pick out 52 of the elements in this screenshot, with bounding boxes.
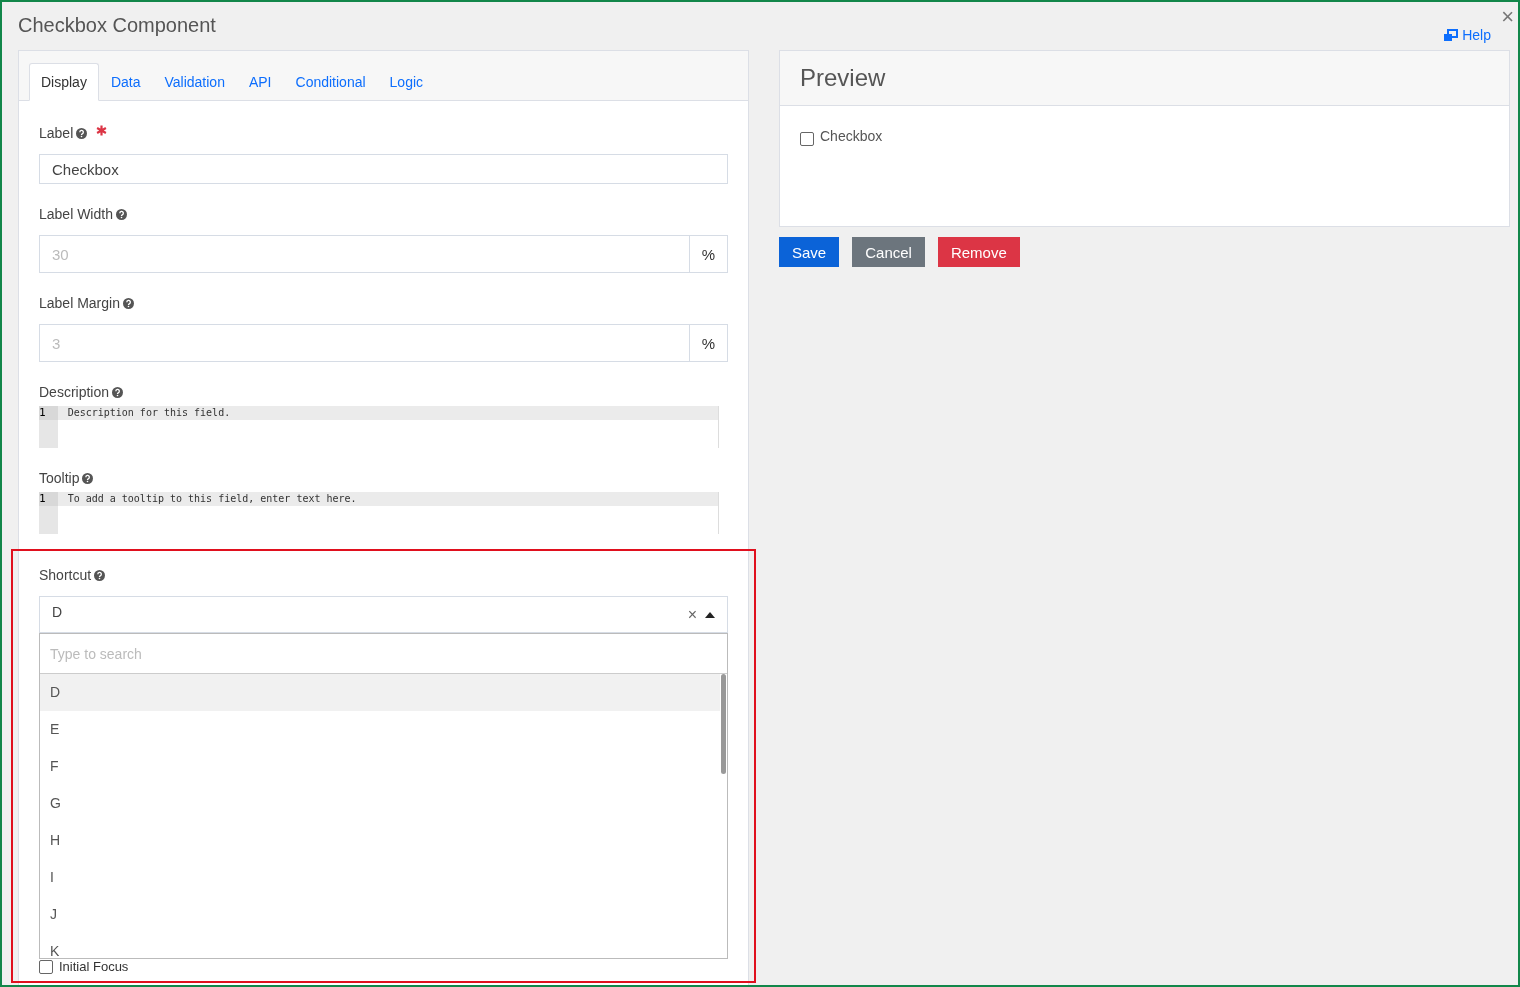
- tab[interactable]: Conditional: [283, 63, 378, 100]
- tab[interactable]: Data: [98, 63, 153, 100]
- action-button[interactable]: Cancel: [852, 237, 925, 267]
- help-icon[interactable]: [115, 208, 127, 220]
- code-editor[interactable]: 1 Description for this field.: [39, 406, 728, 448]
- checkbox-label: Initial Focus: [59, 959, 129, 974]
- help-icon[interactable]: [94, 569, 106, 581]
- field-label: Description: [39, 384, 110, 400]
- dropdown-option[interactable]: F: [40, 748, 727, 785]
- tab[interactable]: Validation: [152, 63, 237, 100]
- preview-title: Preview: [800, 64, 886, 92]
- caret-up-icon: [705, 611, 715, 618]
- action-button[interactable]: Save: [779, 237, 840, 267]
- selected-value: D: [52, 603, 64, 620]
- percent-addon: %: [690, 235, 728, 273]
- number-field[interactable]: 30: [39, 235, 690, 273]
- dropdown-option[interactable]: H: [40, 822, 727, 859]
- help-icon[interactable]: [82, 472, 94, 484]
- checkbox-label: Checkbox: [820, 128, 883, 144]
- percent-addon: %: [690, 324, 728, 362]
- field-label: Shortcut: [39, 567, 92, 583]
- dropdown-option[interactable]: I: [40, 859, 727, 896]
- dropdown-option[interactable]: E: [40, 711, 727, 748]
- line-number: 1: [39, 406, 58, 420]
- dropdown-option[interactable]: D: [40, 674, 720, 711]
- dropdown-option[interactable]: G: [40, 785, 727, 822]
- tab[interactable]: Display: [29, 63, 99, 101]
- help-icon[interactable]: [122, 297, 134, 309]
- text-field[interactable]: Checkbox: [39, 154, 728, 184]
- shortcut-select[interactable]: D ×: [39, 596, 728, 633]
- field-label: Label Margin: [39, 295, 120, 311]
- field-label: Label Width: [39, 206, 113, 222]
- external-window-icon: [1443, 28, 1460, 42]
- line-number: 1: [39, 492, 58, 506]
- scrollbar-thumb[interactable]: [721, 674, 726, 774]
- code-editor[interactable]: 1 To add a tooltip to this field, enter text here.: [39, 492, 728, 534]
- clear-button[interactable]: ×: [687, 605, 697, 624]
- dialog-title: Checkbox Component: [18, 14, 216, 37]
- checkbox[interactable]: [39, 959, 53, 974]
- checkbox[interactable]: [800, 132, 814, 146]
- tab[interactable]: Logic: [377, 63, 436, 100]
- action-button[interactable]: Remove: [937, 237, 1020, 267]
- tab[interactable]: API: [236, 63, 284, 100]
- dropdown-option[interactable]: K: [40, 933, 727, 958]
- field-label: Tooltip: [39, 470, 80, 486]
- dropdown-option[interactable]: J: [40, 896, 727, 933]
- help-link[interactable]: Help: [1443, 27, 1491, 43]
- help-icon[interactable]: [112, 386, 124, 398]
- close-button[interactable]: ×: [1499, 6, 1516, 28]
- help-icon[interactable]: [76, 127, 88, 139]
- field-label: Label: [39, 125, 74, 141]
- number-field[interactable]: 3: [39, 324, 690, 362]
